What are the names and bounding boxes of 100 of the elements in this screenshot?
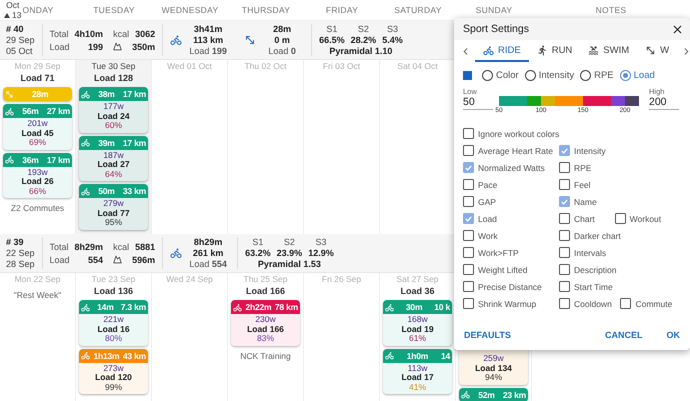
checkbox-label: GAP <box>478 196 496 206</box>
week-count: 13 <box>12 10 22 20</box>
day-date: Thu 25 Sep <box>242 273 288 285</box>
day-date: Fri 03 Oct <box>322 60 362 72</box>
total-value: 4h10m <box>74 28 104 38</box>
checkbox[interactable] <box>559 247 570 258</box>
total-label: Load <box>50 42 70 52</box>
checkbox[interactable] <box>463 230 474 241</box>
climb-value: 596m <box>132 254 156 264</box>
day-date: Wed 01 Oct <box>166 60 213 72</box>
checkbox[interactable] <box>559 298 570 309</box>
workout-watts: 273w <box>103 364 124 373</box>
workout-card[interactable]: 14m 7.3 km 221w Load 16 80% <box>79 300 148 346</box>
radio-option[interactable]: Intensity <box>524 70 574 81</box>
checkbox[interactable] <box>463 196 474 207</box>
workout-intensity: 60% <box>104 121 122 130</box>
workout-intensity: 66% <box>28 186 46 196</box>
workout-intensity: 64% <box>104 170 122 179</box>
workout-card[interactable]: 50m 33 km 279w Load 77 95% <box>79 184 148 230</box>
workout-duration: 52m <box>478 390 495 400</box>
day-date: Tue 23 Sep <box>90 273 136 285</box>
swimmer-icon <box>588 44 600 56</box>
checkbox[interactable] <box>559 264 570 275</box>
checkbox[interactable] <box>463 213 474 224</box>
workout-card[interactable]: 30m 10 k 168w Load 19 61% <box>383 300 452 346</box>
checkbox-label: Work>FTP <box>478 248 519 258</box>
sport-tab[interactable]: SWIM <box>580 40 638 62</box>
checkbox[interactable] <box>463 128 474 139</box>
workout-watts: 193w <box>27 168 48 177</box>
checkbox[interactable] <box>463 298 474 309</box>
workout-card[interactable]: 1h0m 14 113w Load 17 41% <box>383 348 452 394</box>
checkbox-label: Workout <box>630 214 662 224</box>
checkbox-label: Cooldown <box>574 298 612 308</box>
checkbox[interactable] <box>463 145 474 156</box>
checkbox[interactable] <box>559 213 570 224</box>
checkbox-label: Intervals <box>574 248 606 258</box>
checkbox-label: Weight Lifted <box>478 264 528 274</box>
checkbox[interactable] <box>463 281 474 292</box>
checkbox-label: Darker chart <box>574 230 621 240</box>
checkbox-label: Commute <box>635 298 672 308</box>
day-date: Thu 02 Oct <box>243 60 288 72</box>
checkbox[interactable] <box>463 179 474 190</box>
day-date: Tue 30 Sep <box>90 60 136 72</box>
color-swatch[interactable] <box>463 71 472 80</box>
workout-card[interactable]: 39m 17 km 187w Load 27 64% <box>79 136 148 181</box>
workout-load: Load 134 <box>475 364 512 373</box>
total-label: kcal <box>113 28 130 38</box>
month-label: Oct <box>6 0 20 10</box>
sport-tab[interactable]: RUN <box>528 40 580 62</box>
workout-card[interactable]: 38m 17 km 177w Load 24 60% <box>79 87 148 132</box>
radio-option[interactable]: Load <box>620 70 655 81</box>
radio-option[interactable]: RPE <box>580 70 614 81</box>
weekday-heading: THURSDAY <box>242 5 290 15</box>
checkbox[interactable] <box>559 281 570 292</box>
zone-value: 5.4% <box>382 34 403 46</box>
workout-card[interactable]: 56m 27 km 201w Load 45 69% <box>3 104 72 150</box>
up-triangle-icon[interactable] <box>4 12 10 18</box>
checkbox-label: Name <box>574 196 597 206</box>
workout-card[interactable]: 1h13m 43 km 273w Load 120 99% <box>79 348 148 394</box>
workout-duration: 56m <box>22 106 39 116</box>
checkbox[interactable] <box>463 247 474 258</box>
total-label: Total <box>50 28 69 38</box>
total-label: Total <box>50 242 69 252</box>
dialog-button[interactable]: CANCEL <box>603 327 644 343</box>
bike-icon <box>81 186 90 196</box>
sport-time: 28m <box>273 24 292 34</box>
sport-load: Load 199 <box>189 46 227 56</box>
checkbox[interactable] <box>463 162 474 173</box>
checkbox-label: Description <box>574 264 617 274</box>
workout-watts: 221w <box>103 315 124 324</box>
workout-duration: 2h22m <box>245 302 272 312</box>
workout-load: Load 45 <box>21 128 54 138</box>
workout-card[interactable]: 2h22m 78 km 230w Load 166 83% <box>231 300 300 346</box>
workout-duration: 14m <box>97 302 114 312</box>
workout-intensity: 80% <box>104 334 122 344</box>
week-number: # 39 <box>6 236 25 248</box>
workout-card[interactable]: 36m 17 km 193w Load 26 66% <box>3 152 72 198</box>
checkbox[interactable] <box>559 162 570 173</box>
checkbox[interactable] <box>620 298 632 309</box>
checkbox[interactable] <box>614 213 626 224</box>
total-label: kcal <box>113 242 130 252</box>
sport-tab[interactable]: W <box>637 40 678 62</box>
workout-distance: 78 km <box>274 302 298 312</box>
bike-icon <box>5 155 14 164</box>
radio-option[interactable]: Color <box>482 70 519 81</box>
checkbox[interactable] <box>559 179 570 190</box>
checkbox[interactable] <box>463 264 474 275</box>
checkbox[interactable] <box>559 196 570 207</box>
zone-label: S3 <box>386 24 398 34</box>
bike-icon <box>81 138 90 147</box>
checkbox[interactable] <box>559 145 570 156</box>
week-start: 22 Sep <box>6 248 35 258</box>
close-icon[interactable] <box>671 22 684 36</box>
checkbox[interactable] <box>559 230 570 241</box>
zone-label: S1 <box>326 24 338 34</box>
workout-distance: 14 <box>440 350 450 360</box>
dialog-button[interactable]: OK <box>664 327 682 343</box>
sport-tab[interactable]: RIDE <box>475 40 529 62</box>
day-date: Mon 22 Sep <box>14 273 62 285</box>
checkbox-label: Precise Distance <box>478 282 542 292</box>
